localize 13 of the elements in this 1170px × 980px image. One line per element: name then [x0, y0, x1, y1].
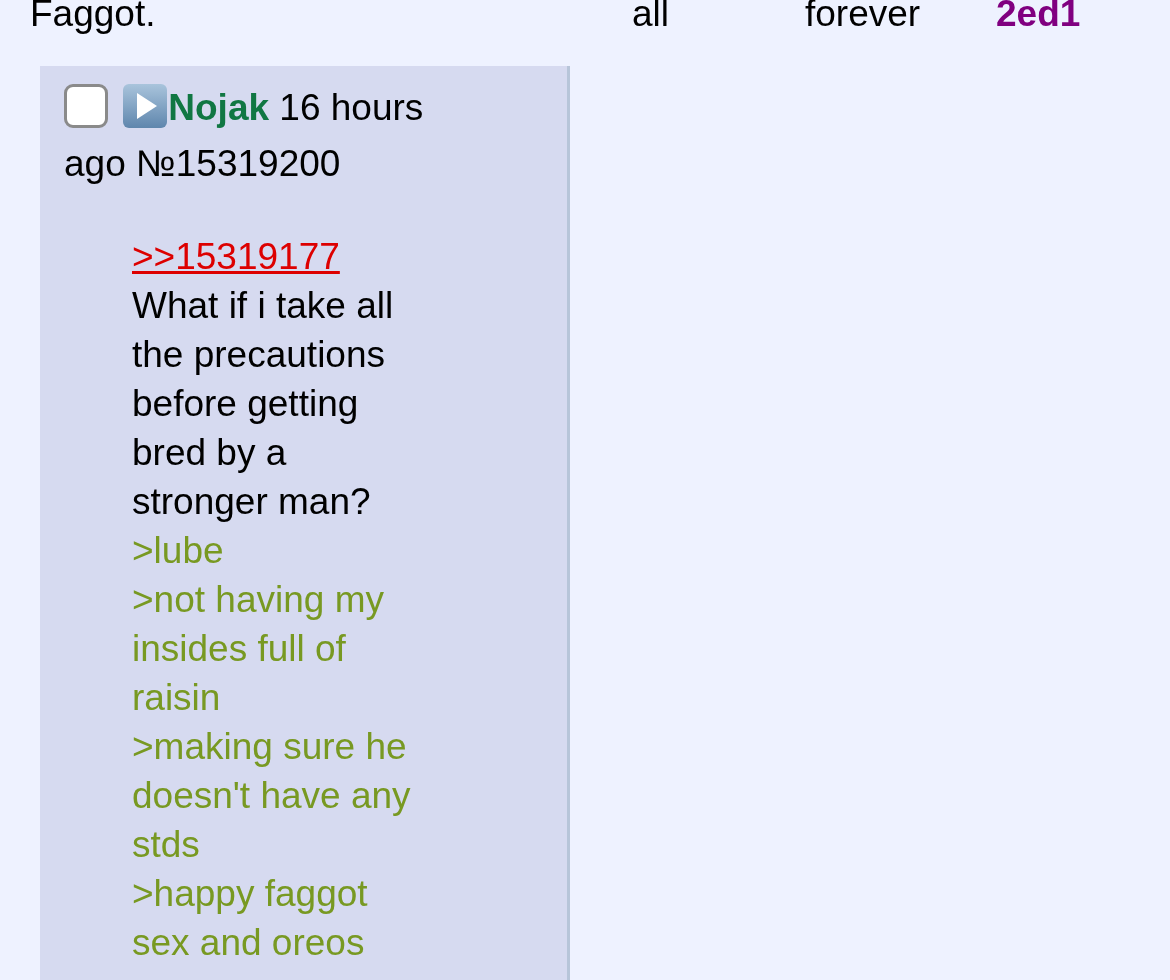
post-number[interactable]: №15319200: [136, 143, 341, 184]
poster-name: Nojak: [168, 87, 270, 128]
post-time: 16 hours: [279, 87, 424, 128]
header-text: Faggot.: [30, 0, 157, 34]
play-icon[interactable]: [122, 83, 169, 129]
greentext-line: >not having my insides full of raisin: [132, 578, 385, 720]
quote-link[interactable]: >>15319177: [132, 237, 340, 277]
select-checkbox[interactable]: [64, 84, 108, 128]
greentext-line: >happy faggot sex and oreos: [132, 872, 369, 965]
greentext-line: >lube: [132, 529, 225, 573]
post-text: What if i take all the precautions before getting bred by a stronger man?: [132, 284, 395, 524]
post-time: ago: [64, 143, 126, 184]
greentext-line: >making sure he doesn't have any stds: [132, 725, 412, 867]
